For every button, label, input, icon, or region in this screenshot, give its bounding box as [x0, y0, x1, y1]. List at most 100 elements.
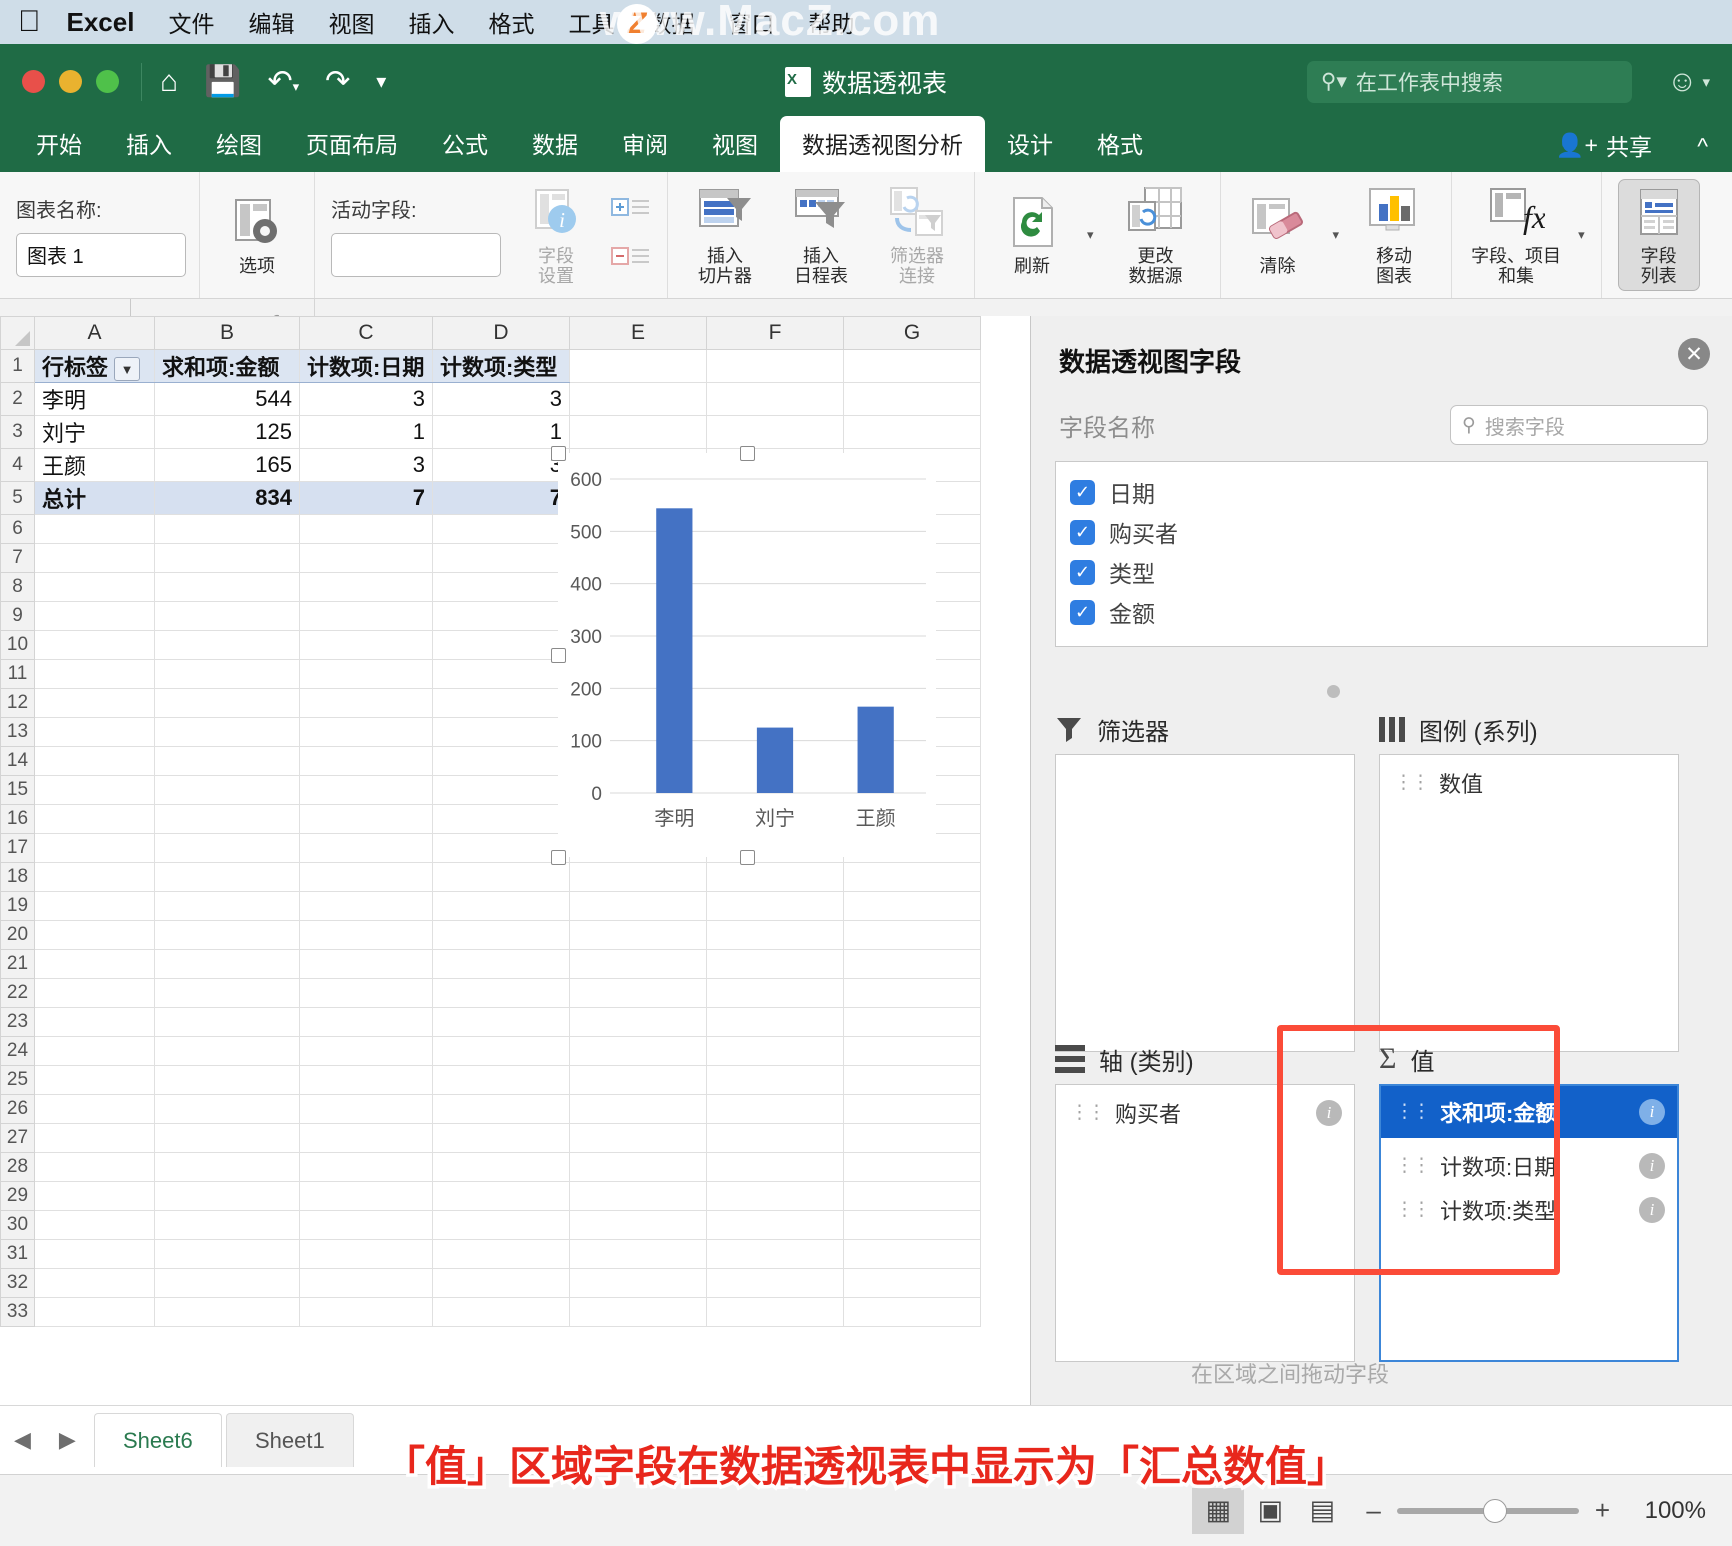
cell-g26[interactable]	[843, 1094, 981, 1124]
cell-g20[interactable]	[843, 920, 981, 950]
checkbox-checked-icon[interactable]: ✓	[1070, 599, 1095, 625]
grid-view-icon[interactable]: ▦	[1192, 1487, 1245, 1534]
customize-toolbar-icon[interactable]: ▾	[376, 72, 386, 92]
row-header-19[interactable]: 19	[0, 891, 35, 921]
row-header-32[interactable]: 32	[0, 1268, 35, 1298]
cell-a12[interactable]	[34, 688, 155, 718]
cell-c25[interactable]	[299, 1065, 433, 1095]
cell-d22[interactable]	[432, 978, 570, 1008]
cell-g21[interactable]	[843, 949, 981, 979]
cell-f32[interactable]	[706, 1268, 844, 1298]
menu-item-help[interactable]: 帮助	[808, 5, 854, 39]
tab-format[interactable]: 格式	[1075, 116, 1165, 172]
row-header-14[interactable]: 14	[0, 746, 35, 776]
menu-item-window[interactable]: 窗口	[728, 5, 774, 39]
close-icon[interactable]: ✕	[1678, 338, 1710, 370]
cell-g1[interactable]	[843, 349, 981, 383]
cell-c4[interactable]: 3	[299, 448, 433, 482]
cell-d25[interactable]	[432, 1065, 570, 1095]
field-item-buyer[interactable]: ✓ 购买者	[1070, 512, 1707, 552]
row-header-17[interactable]: 17	[0, 833, 35, 863]
cell-g18[interactable]	[843, 862, 981, 892]
cell-g31[interactable]	[843, 1239, 981, 1269]
cell-g27[interactable]	[843, 1123, 981, 1153]
cell-d32[interactable]	[432, 1268, 570, 1298]
cell-e20[interactable]	[569, 920, 707, 950]
value-chip-sum-amount[interactable]: ⋮⋮ 求和项:金额 i	[1381, 1086, 1677, 1138]
cell-a17[interactable]	[34, 833, 155, 863]
row-header-22[interactable]: 22	[0, 978, 35, 1008]
column-header-c[interactable]: C	[299, 316, 433, 350]
info-icon[interactable]: i	[1316, 1100, 1342, 1126]
maximize-window-button[interactable]	[96, 70, 119, 93]
drag-grip-icon[interactable]: ⋮⋮	[1070, 1103, 1106, 1123]
cell-e22[interactable]	[569, 978, 707, 1008]
cell-b7[interactable]	[154, 543, 300, 573]
tab-draw[interactable]: 绘图	[194, 116, 284, 172]
cell-a1[interactable]: 行标签 ▼	[34, 349, 155, 383]
cell-a15[interactable]	[34, 775, 155, 805]
insert-slicer-button[interactable]: 插入 切片器	[684, 184, 766, 286]
cell-c29[interactable]	[299, 1181, 433, 1211]
cell-c26[interactable]	[299, 1094, 433, 1124]
tab-view[interactable]: 视图	[690, 116, 780, 172]
cell-c30[interactable]	[299, 1210, 433, 1240]
chevron-down-icon[interactable]: ▾	[1087, 227, 1094, 243]
column-header-g[interactable]: G	[843, 316, 981, 350]
close-window-button[interactable]	[22, 70, 45, 93]
cell-c11[interactable]	[299, 659, 433, 689]
cell-c6[interactable]	[299, 514, 433, 544]
options-button[interactable]: 选项	[216, 194, 298, 276]
cell-a26[interactable]	[34, 1094, 155, 1124]
cell-g2[interactable]	[843, 382, 981, 416]
cell-d10[interactable]	[432, 630, 570, 660]
cell-f20[interactable]	[706, 920, 844, 950]
cell-b2[interactable]: 544	[154, 382, 300, 416]
cell-e29[interactable]	[569, 1181, 707, 1211]
row-header-33[interactable]: 33	[0, 1297, 35, 1327]
resize-handle-bottom-center[interactable]	[740, 850, 755, 865]
checkbox-checked-icon[interactable]: ✓	[1070, 519, 1095, 545]
row-header-13[interactable]: 13	[0, 717, 35, 747]
info-icon[interactable]: i	[1639, 1197, 1665, 1223]
cell-f21[interactable]	[706, 949, 844, 979]
row-header-27[interactable]: 27	[0, 1123, 35, 1153]
row-header-26[interactable]: 26	[0, 1094, 35, 1124]
cell-b9[interactable]	[154, 601, 300, 631]
cell-a29[interactable]	[34, 1181, 155, 1211]
resize-handle-middle-left[interactable]	[551, 648, 566, 663]
cell-d5[interactable]: 7	[432, 481, 570, 515]
cell-f33[interactable]	[706, 1297, 844, 1327]
cell-a2[interactable]: 李明	[34, 382, 155, 416]
cell-e2[interactable]	[569, 382, 707, 416]
menu-item-insert[interactable]: 插入	[408, 5, 454, 39]
row-header-21[interactable]: 21	[0, 949, 35, 979]
cell-d6[interactable]	[432, 514, 570, 544]
cell-e3[interactable]	[569, 415, 707, 449]
drag-grip-icon[interactable]: ⋮⋮	[1395, 1156, 1431, 1176]
cell-f31[interactable]	[706, 1239, 844, 1269]
cell-c1[interactable]: 计数项:日期	[299, 349, 433, 383]
chart-bar[interactable]	[756, 727, 794, 793]
row-header-2[interactable]: 2	[0, 382, 35, 416]
cell-a28[interactable]	[34, 1152, 155, 1182]
cell-b29[interactable]	[154, 1181, 300, 1211]
checkbox-checked-icon[interactable]: ✓	[1070, 479, 1095, 505]
field-item-amount[interactable]: ✓ 金额	[1070, 592, 1707, 632]
pane-resize-grip[interactable]	[1327, 685, 1340, 698]
row-header-31[interactable]: 31	[0, 1239, 35, 1269]
cell-b31[interactable]	[154, 1239, 300, 1269]
field-list-button[interactable]: 字段 列表	[1617, 178, 1700, 292]
cell-b6[interactable]	[154, 514, 300, 544]
cell-a31[interactable]	[34, 1239, 155, 1269]
cell-f1[interactable]	[706, 349, 844, 383]
cell-f27[interactable]	[706, 1123, 844, 1153]
cell-c28[interactable]	[299, 1152, 433, 1182]
cell-b23[interactable]	[154, 1007, 300, 1037]
cell-a24[interactable]	[34, 1036, 155, 1066]
menu-item-tools[interactable]: 工具	[568, 5, 614, 39]
undo-icon[interactable]: ↶▾	[267, 66, 299, 97]
minus-icon[interactable]: –	[1366, 1495, 1380, 1526]
cell-b30[interactable]	[154, 1210, 300, 1240]
cell-b25[interactable]	[154, 1065, 300, 1095]
